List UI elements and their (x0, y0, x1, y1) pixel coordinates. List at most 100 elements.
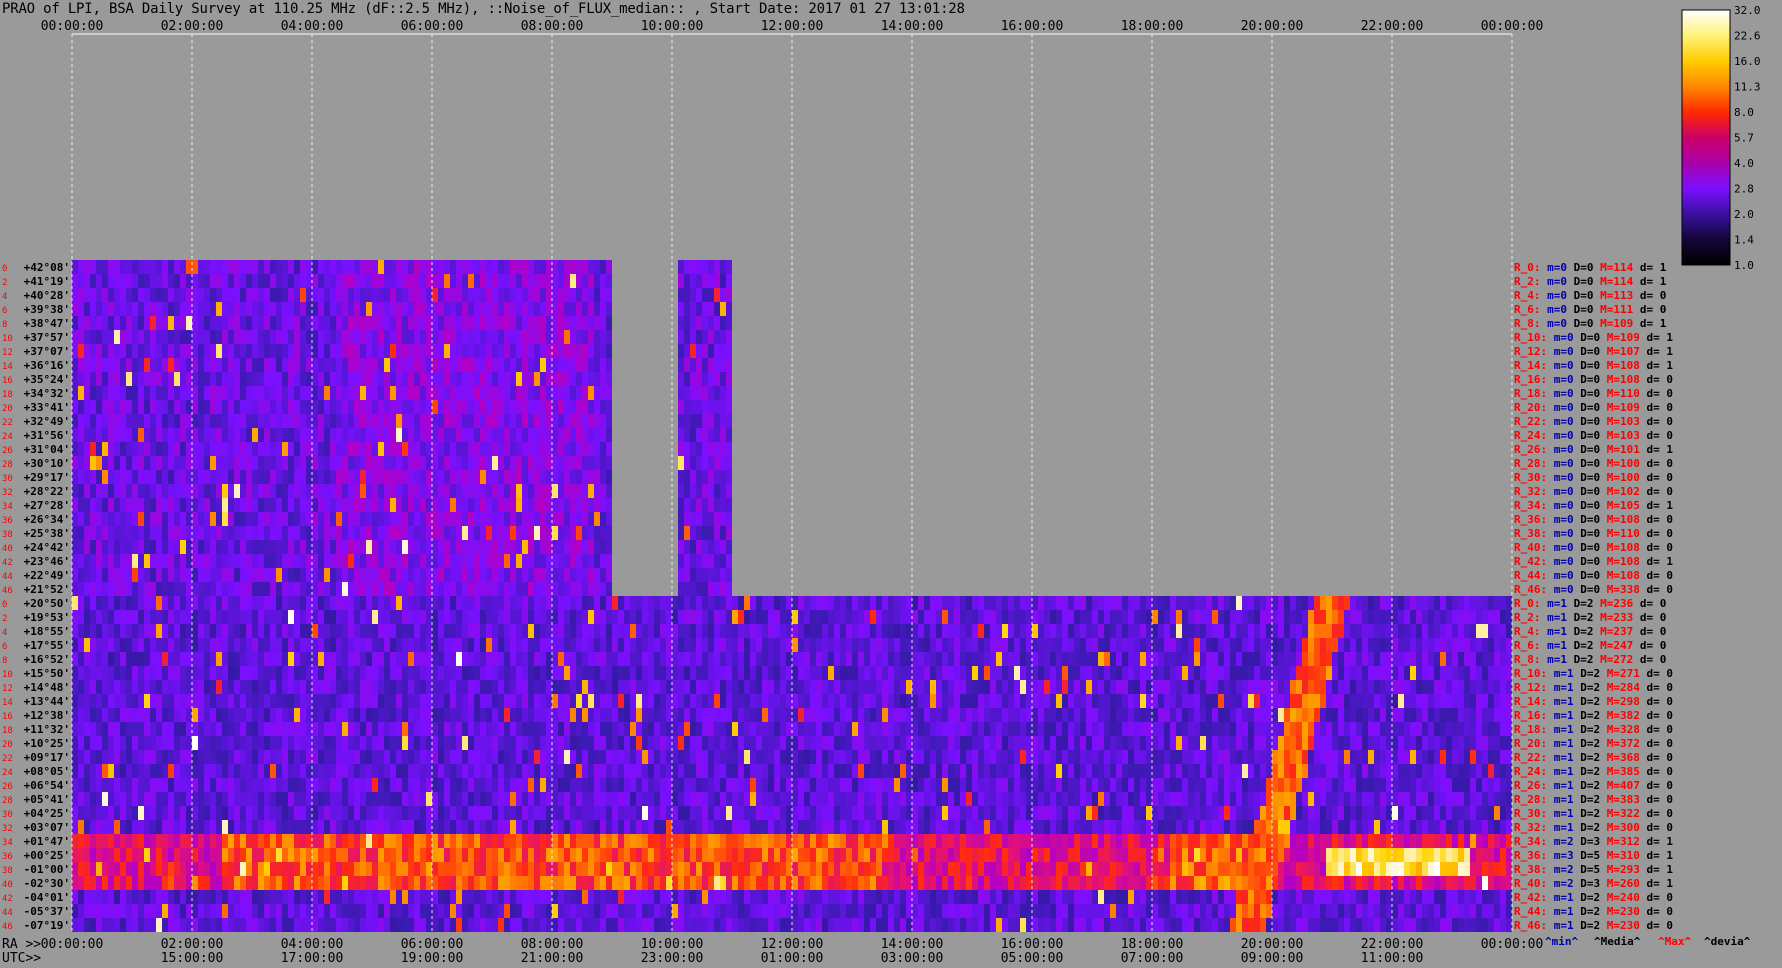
heatmap-cell (120, 540, 126, 554)
heatmap-cell (588, 596, 594, 610)
heatmap-cell (252, 638, 258, 652)
heatmap-cell (570, 610, 576, 624)
heatmap-cell (582, 736, 588, 750)
heatmap-cell (366, 624, 372, 638)
heatmap-cell (324, 666, 330, 680)
heatmap-cell (324, 596, 330, 610)
heatmap-cell (126, 498, 132, 512)
heatmap-cell (1122, 736, 1128, 750)
heatmap-cell (174, 400, 180, 414)
heatmap-cell (918, 596, 924, 610)
heatmap-cell (546, 372, 552, 386)
heatmap-cell (870, 652, 876, 666)
heatmap-cell (558, 624, 564, 638)
heatmap-cell (1110, 680, 1116, 694)
heatmap-cell (426, 526, 432, 540)
heatmap-cell (588, 498, 594, 512)
heatmap-cell (456, 330, 462, 344)
heatmap-cell (600, 442, 606, 456)
heatmap-cell (1236, 680, 1242, 694)
heatmap-cell (516, 456, 522, 470)
heatmap-cell (384, 512, 390, 526)
heatmap-cell (654, 624, 660, 638)
heatmap-cell (324, 288, 330, 302)
heatmap-cell (198, 652, 204, 666)
heatmap-cell (390, 680, 396, 694)
heatmap-cell (444, 428, 450, 442)
heatmap-cell (438, 414, 444, 428)
heatmap-cell (186, 498, 192, 512)
heatmap-cell (84, 638, 90, 652)
heatmap-cell (108, 414, 114, 428)
heatmap-cell (684, 330, 690, 344)
heatmap-cell (120, 610, 126, 624)
heatmap-cell (954, 596, 960, 610)
heatmap-cell (960, 680, 966, 694)
heatmap-cell (324, 260, 330, 274)
heatmap-cell (570, 652, 576, 666)
heatmap-cell (174, 526, 180, 540)
heatmap-cell (378, 540, 384, 554)
heatmap-cell (348, 274, 354, 288)
heatmap-cell (378, 610, 384, 624)
heatmap-cell (138, 274, 144, 288)
heatmap-cell (408, 582, 414, 596)
heatmap-cell (150, 358, 156, 372)
heatmap-cell (552, 316, 558, 330)
heatmap-cell (336, 484, 342, 498)
heatmap-cell (426, 470, 432, 484)
heatmap-cell (600, 260, 606, 274)
heatmap-cell (456, 470, 462, 484)
heatmap-cell (480, 470, 486, 484)
heatmap-cell (222, 358, 228, 372)
heatmap-cell (312, 386, 318, 400)
heatmap-cell (792, 610, 798, 624)
heatmap-cell (408, 680, 414, 694)
heatmap-cell (426, 708, 432, 722)
heatmap-cell (318, 498, 324, 512)
heatmap-cell (1170, 596, 1176, 610)
heatmap-cell (714, 414, 720, 428)
heatmap-cell (408, 372, 414, 386)
heatmap-cell (576, 428, 582, 442)
heatmap-cell (576, 512, 582, 526)
heatmap-cell (408, 736, 414, 750)
heatmap-cell (1332, 666, 1338, 680)
heatmap-cell (1176, 638, 1182, 652)
heatmap-cell (96, 498, 102, 512)
heatmap-cell (186, 638, 192, 652)
heatmap-cell (270, 652, 276, 666)
heatmap-cell (510, 330, 516, 344)
heatmap-cell (516, 610, 522, 624)
heatmap-cell (282, 442, 288, 456)
heatmap-cell (1404, 666, 1410, 680)
heatmap-cell (732, 624, 738, 638)
heatmap-cell (246, 540, 252, 554)
heatmap-cell (342, 470, 348, 484)
heatmap-cell (102, 582, 108, 596)
heatmap-cell (138, 512, 144, 526)
heatmap-cell (282, 372, 288, 386)
heatmap-cell (1014, 610, 1020, 624)
heatmap-cell (948, 596, 954, 610)
heatmap-cell (678, 638, 684, 652)
heatmap-cell (510, 512, 516, 526)
heatmap-cell (852, 596, 858, 610)
heatmap-cell (720, 638, 726, 652)
heatmap-cell (222, 722, 228, 736)
heatmap-cell (786, 680, 792, 694)
heatmap-cell (390, 288, 396, 302)
heatmap-cell (600, 302, 606, 316)
heatmap-cell (522, 400, 528, 414)
heatmap-cell (1434, 624, 1440, 638)
heatmap-cell (102, 624, 108, 638)
heatmap-cell (546, 694, 552, 708)
heatmap-cell (288, 400, 294, 414)
heatmap-cell (90, 722, 96, 736)
heatmap-cell (330, 582, 336, 596)
heatmap-cell (102, 736, 108, 750)
heatmap-cell (396, 288, 402, 302)
heatmap-cell (1422, 610, 1428, 624)
heatmap-cell (630, 652, 636, 666)
heatmap-cell (1092, 666, 1098, 680)
